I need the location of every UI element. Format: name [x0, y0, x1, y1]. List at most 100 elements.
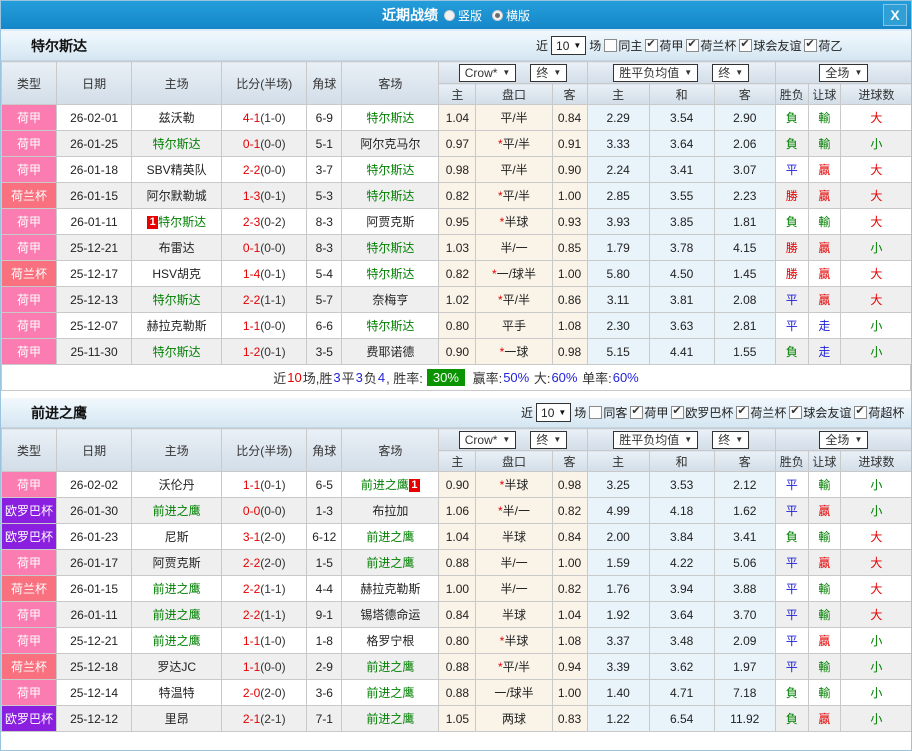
cell-avg-draw: 3.94 [649, 576, 714, 602]
cell-result: 平 [775, 313, 808, 339]
avg-header-group: 胜平负均值▼ 终▼ [587, 62, 775, 84]
fulltime-score: 2-2 [243, 556, 260, 570]
close-button[interactable]: X [883, 4, 907, 26]
away-team-name: 特尔斯达 [366, 163, 414, 177]
cell-corners: 1-8 [307, 628, 342, 654]
filter-checkbox-同客[interactable]: 同客 [589, 404, 627, 421]
col-header-5: 客场 [342, 62, 439, 105]
cell-goals-result: 大 [840, 183, 912, 209]
filter-checkbox-荷兰杯[interactable]: 荷兰杯 [686, 37, 736, 54]
cell-result: 勝 [775, 235, 808, 261]
cell-result: 負 [775, 524, 808, 550]
cell-odds-away: 1.00 [552, 680, 587, 706]
cell-handicap: *平/半 [476, 183, 552, 209]
checkbox-label: 同主 [618, 37, 642, 54]
cell-date: 26-01-25 [57, 131, 132, 157]
scope-select[interactable]: 全场▼ [819, 431, 868, 449]
cell-handicap: 半/一 [476, 576, 552, 602]
scope-select[interactable]: 全场▼ [819, 64, 868, 82]
col-header-0: 类型 [2, 429, 57, 472]
away-team-name: 奈梅亨 [372, 293, 408, 307]
team-name: 特尔斯达 [31, 36, 87, 56]
avg-select[interactable]: 胜平负均值▼ [613, 64, 698, 82]
cell-corners: 8-3 [307, 235, 342, 261]
odds-company-select[interactable]: Crow*▼ [459, 431, 517, 449]
header-row-top: 类型日期主场比分(半场)角球客场Crow*▼终▼胜平负均值▼终▼全场▼ [2, 62, 912, 84]
cell-handicap: 半球 [476, 524, 552, 550]
fulltime-score: 2-3 [243, 215, 260, 229]
cell-home-team: 前进之鹰 [132, 576, 222, 602]
filter-checkbox-荷兰杯[interactable]: 荷兰杯 [736, 404, 786, 421]
cell-corners: 6-6 [307, 313, 342, 339]
cell-avg-draw: 3.48 [649, 628, 714, 654]
cell-league: 荷甲 [2, 157, 57, 183]
cell-avg-draw: 3.53 [649, 472, 714, 498]
cell-date: 26-01-18 [57, 157, 132, 183]
cell-corners: 6-12 [307, 524, 342, 550]
odds-final-select[interactable]: 终▼ [530, 64, 567, 82]
radio-label: 横版 [506, 7, 530, 24]
cell-handicap-result: 輸 [808, 105, 840, 131]
cell-corners: 1-5 [307, 550, 342, 576]
scope-select-wrap: 全场▼ [776, 64, 912, 82]
checkbox-icon [789, 406, 802, 419]
cell-handicap-result: 贏 [808, 157, 840, 183]
cell-avg-away: 2.81 [714, 313, 775, 339]
cell-date: 25-12-18 [57, 654, 132, 680]
cell-goals-result: 大 [840, 550, 912, 576]
table-body: 荷甲26-02-02沃伦丹1-1(0-1)6-5前进之鹰10.90*半球0.98… [2, 472, 912, 732]
sub-header-5: 客 [714, 451, 775, 472]
recent-count-select[interactable]: 10▼ [536, 403, 571, 422]
chevron-down-icon: ▼ [735, 68, 743, 77]
cell-avg-home: 2.85 [587, 183, 649, 209]
avg-select[interactable]: 胜平负均值▼ [613, 431, 698, 449]
filter-checkbox-荷甲[interactable]: 荷甲 [645, 37, 683, 54]
cell-league: 荷甲 [2, 131, 57, 157]
cell-goals-result: 小 [840, 131, 912, 157]
sub-header-3: 主 [587, 84, 649, 105]
cell-corners: 3-6 [307, 680, 342, 706]
cell-avg-draw: 4.18 [649, 498, 714, 524]
fulltime-score: 4-1 [243, 111, 260, 125]
layout-radio-horizontal[interactable]: 横版 [492, 7, 530, 24]
cell-corners: 2-9 [307, 654, 342, 680]
cell-away-team: 特尔斯达 [342, 313, 439, 339]
cell-score: 1-1(0-0) [222, 313, 307, 339]
home-team-name: 前进之鹰 [153, 634, 201, 648]
filter-checkbox-欧罗巴杯[interactable]: 欧罗巴杯 [671, 404, 733, 421]
cell-home-team: HSV胡克 [132, 261, 222, 287]
checkbox-icon [589, 406, 602, 419]
cell-odds-away: 1.00 [552, 550, 587, 576]
filter-checkbox-荷超杯[interactable]: 荷超杯 [854, 404, 904, 421]
layout-radio-vertical[interactable]: 竖版 [444, 7, 482, 24]
cell-corners: 5-4 [307, 261, 342, 287]
cell-score: 2-2(1-1) [222, 576, 307, 602]
halftime-score: (0-0) [260, 660, 285, 674]
cell-score: 4-1(1-0) [222, 105, 307, 131]
scope-header-group: 全场▼ [775, 62, 912, 84]
odds-final-select-value: 终 [536, 431, 548, 448]
checkbox-icon [686, 39, 699, 52]
away-team-name: 特尔斯达 [366, 267, 414, 281]
filter-checkbox-同主[interactable]: 同主 [604, 37, 642, 54]
fulltime-score: 2-2 [243, 163, 260, 177]
chevron-down-icon: ▼ [684, 435, 692, 444]
results-table: 类型日期主场比分(半场)角球客场Crow*▼终▼胜平负均值▼终▼全场▼主盘口客主… [1, 428, 912, 732]
cell-handicap: 平手 [476, 313, 552, 339]
cell-avg-away: 1.81 [714, 209, 775, 235]
odds-final-select[interactable]: 终▼ [530, 431, 567, 449]
avg-final-select[interactable]: 终▼ [712, 431, 749, 449]
avg-final-select[interactable]: 终▼ [712, 64, 749, 82]
sub-header-0: 主 [439, 451, 476, 472]
table-row: 荷甲25-12-13特尔斯达2-2(1-1)5-7奈梅亨1.02*平/半0.86… [2, 287, 912, 313]
odds-company-select[interactable]: Crow*▼ [459, 64, 517, 82]
filter-checkbox-球会友谊[interactable]: 球会友谊 [789, 404, 851, 421]
halftime-score: (0-0) [260, 137, 285, 151]
recent-count-select[interactable]: 10▼ [551, 36, 586, 55]
filter-checkbox-球会友谊[interactable]: 球会友谊 [739, 37, 801, 54]
filter-checkbox-荷甲[interactable]: 荷甲 [630, 404, 668, 421]
cell-handicap-result: 輸 [808, 602, 840, 628]
handicap-value: 一球 [504, 345, 528, 359]
filter-checkbox-荷乙[interactable]: 荷乙 [804, 37, 842, 54]
cell-avg-away: 1.55 [714, 339, 775, 365]
